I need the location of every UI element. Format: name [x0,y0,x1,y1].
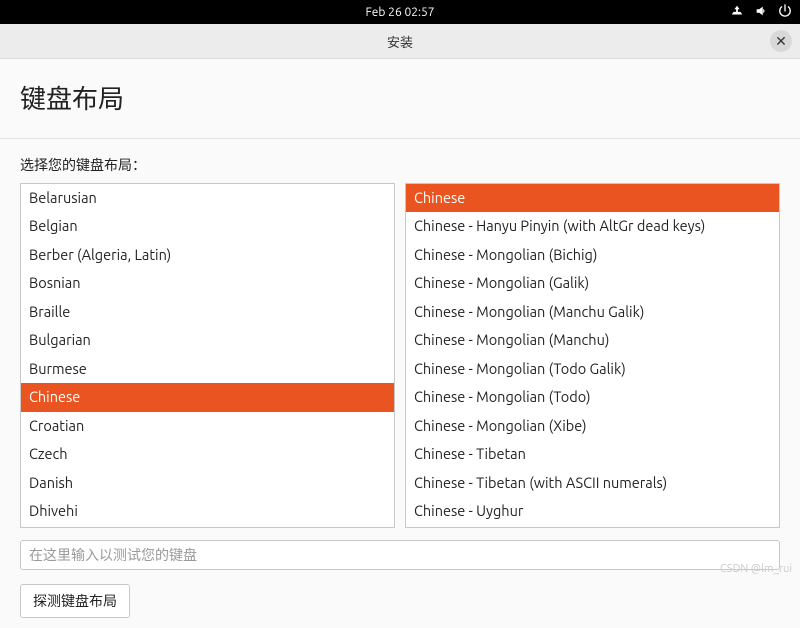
layout-prompt: 选择您的键盘布局： [20,155,780,175]
list-item[interactable]: Berber (Algeria, Latin) [21,241,394,269]
list-item[interactable]: Braille [21,298,394,326]
list-item[interactable]: Chinese - Tibetan (with ASCII numerals) [406,469,779,497]
list-item[interactable]: Dutch [21,526,394,528]
list-item[interactable]: Chinese - Mongolian (Galik) [406,269,779,297]
list-item[interactable]: Chinese - Tibetan [406,440,779,468]
list-item[interactable]: Chinese - Mongolian (Manchu) [406,326,779,354]
content-area: 选择您的键盘布局： BelarusianBelgianBerber (Alger… [0,139,800,628]
list-item[interactable]: Chinese [406,184,779,212]
detect-layout-button[interactable]: 探测键盘布局 [20,584,130,618]
list-item[interactable]: Chinese - Hanyu Pinyin (with AltGr dead … [406,212,779,240]
volume-icon[interactable] [754,4,768,21]
list-item[interactable]: Belgian [21,212,394,240]
list-item[interactable]: Chinese - Mongolian (Todo Galik) [406,355,779,383]
layout-lists: BelarusianBelgianBerber (Algeria, Latin)… [20,183,780,528]
gnome-topbar: Feb 26 02:57 [0,0,800,24]
topbar-datetime: Feb 26 02:57 [365,6,434,19]
page-title: 键盘布局 [20,79,780,116]
list-item[interactable]: Chinese - Mongolian (Bichig) [406,241,779,269]
list-item[interactable]: Burmese [21,355,394,383]
page-header: 键盘布局 [0,59,800,139]
close-button[interactable]: ✕ [770,30,792,52]
layout-family-list[interactable]: BelarusianBelgianBerber (Algeria, Latin)… [20,183,395,528]
system-tray [730,4,792,21]
list-item[interactable]: Danish [21,469,394,497]
list-item[interactable]: Chinese - Mongolian (Todo) [406,383,779,411]
list-item[interactable]: Croatian [21,412,394,440]
layout-variant-list[interactable]: ChineseChinese - Hanyu Pinyin (with AltG… [405,183,780,528]
close-icon: ✕ [775,33,787,50]
list-item[interactable]: Bosnian [21,269,394,297]
watermark: CSDN @lm_rui [720,563,792,575]
window-title: 安装 [387,32,413,51]
list-item[interactable]: Chinese - Mongolian (Xibe) [406,412,779,440]
window-titlebar: 安装 ✕ [0,24,800,59]
network-icon[interactable] [730,4,744,21]
list-item[interactable]: Chinese - Uyghur [406,497,779,525]
keyboard-test-input[interactable] [20,540,780,570]
list-item[interactable]: Chinese [21,383,394,411]
list-item[interactable]: Chinese - Mongolian (Manchu Galik) [406,298,779,326]
power-icon[interactable] [778,4,792,21]
list-item[interactable]: Czech [21,440,394,468]
list-item[interactable]: Bulgarian [21,326,394,354]
list-item[interactable]: Belarusian [21,184,394,212]
list-item[interactable]: Dhivehi [21,497,394,525]
